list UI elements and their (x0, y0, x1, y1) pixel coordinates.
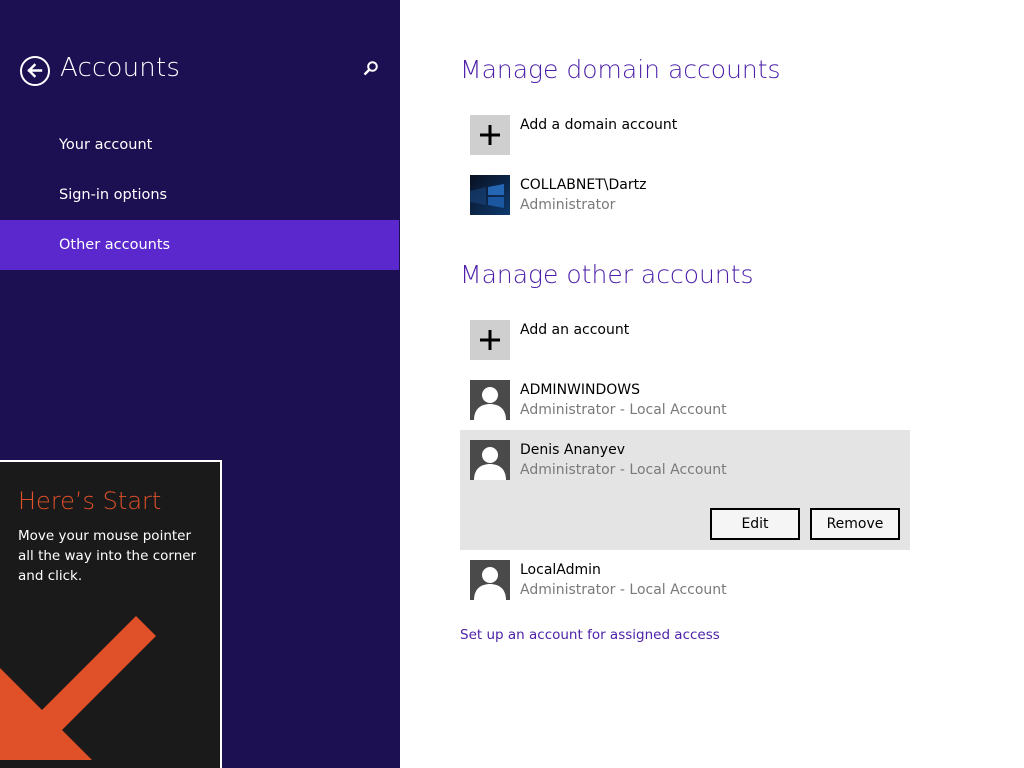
other-accounts-heading: Manage other accounts (460, 260, 754, 289)
add-account-button[interactable] (470, 320, 510, 360)
user-avatar-icon (470, 380, 510, 420)
search-icon[interactable] (362, 60, 380, 78)
add-account-label[interactable]: Add an account (520, 322, 629, 338)
plus-icon (480, 330, 500, 350)
add-domain-account-button[interactable] (470, 115, 510, 155)
nav-item-sign-in-options[interactable]: Sign-in options (0, 170, 399, 220)
domain-account-role: Administrator (520, 197, 616, 213)
domain-account-picture (470, 175, 510, 215)
nav-item-other-accounts[interactable]: Other accounts (0, 220, 399, 270)
start-tip-title: Here’s Start (18, 487, 162, 515)
user-avatar-icon (470, 560, 510, 600)
page-title: Accounts (60, 53, 181, 83)
start-tip-body: Move your mouse pointer all the way into… (18, 528, 197, 584)
add-domain-account-label[interactable]: Add a domain account (520, 117, 677, 133)
nav-item-your-account[interactable]: Your account (0, 120, 399, 170)
domain-accounts-heading: Manage domain accounts (460, 55, 781, 84)
back-arrow-icon[interactable] (20, 56, 50, 86)
plus-icon (480, 125, 500, 145)
corner-arrow-icon (0, 616, 156, 760)
account-name: ADMINWINDOWS (520, 382, 641, 398)
assigned-access-link[interactable]: Set up an account for assigned access (460, 627, 720, 643)
domain-account-name: COLLABNET\Dartz (520, 177, 647, 193)
account-name: LocalAdmin (520, 562, 601, 578)
account-role: Administrator - Local Account (520, 582, 727, 598)
edit-button[interactable]: Edit (710, 508, 800, 540)
start-tip-callout: Here’s Start Move your mouse pointer all… (0, 460, 222, 768)
remove-button[interactable]: Remove (810, 508, 900, 540)
account-role: Administrator - Local Account (520, 462, 727, 478)
account-role: Administrator - Local Account (520, 402, 727, 418)
user-avatar-icon (470, 440, 510, 480)
account-name: Denis Ananyev (520, 442, 625, 458)
